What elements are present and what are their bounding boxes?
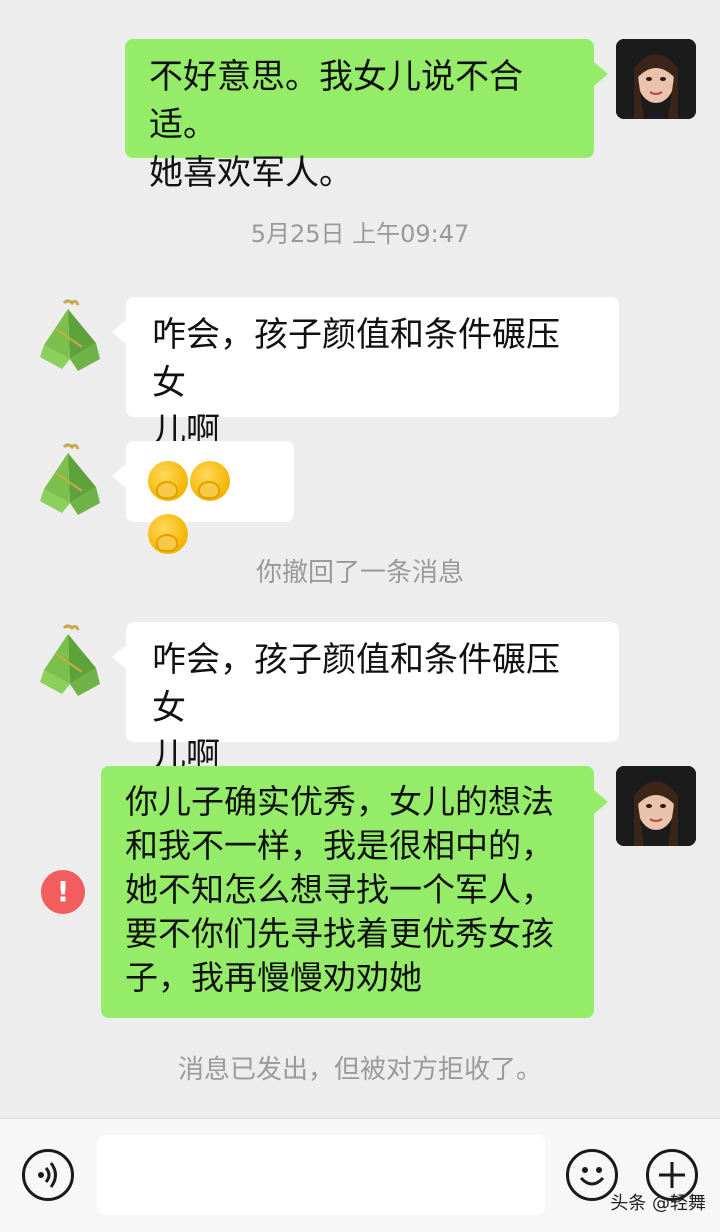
bubble-tail [112,464,126,488]
message-text: 和我不一样，我是很相中的， [125,826,554,865]
message-text: 她不知怎么想寻找一个军人， [125,870,554,909]
message-bubble-received[interactable]: 咋会，孩子颜值和条件碾压女 儿啊 [126,622,619,776]
bubble-tail [112,645,126,669]
bubble-tail [594,62,608,86]
recall-notice: 你撤回了一条消息 [255,558,464,588]
self-avatar-image [616,766,696,846]
self-avatar[interactable] [616,39,696,119]
message-bubble-received[interactable] [126,441,294,554]
bubble-tail [594,790,608,814]
self-avatar-image [616,39,696,119]
shush-face-emoji [148,461,188,501]
send-failed-icon[interactable]: ! [41,870,85,914]
message-text: 子，我再慢慢劝劝她 [125,958,422,997]
zongzi-avatar-image [40,443,100,515]
message-text: 咋会，孩子颜值和条件碾压女 [152,640,560,728]
message-text: 你儿子确实优秀，女儿的想法 [125,782,554,821]
timestamp: 5月25日 上午09:47 [250,220,470,248]
watermark: 头条 @轻舞 [610,1193,706,1214]
self-avatar[interactable] [616,766,696,846]
rejected-notice: 消息已发出，但被对方拒收了。 [177,1055,542,1085]
zongzi-avatar-image [40,624,100,696]
message-bubble-sent[interactable]: 不好意思。我女儿说不合适。 她喜欢军人。 [125,39,594,193]
peer-avatar[interactable] [30,297,110,377]
message-text: 不好意思。我女儿说不合适。 [149,57,523,145]
message-bubble-sent[interactable]: 你儿子确实优秀，女儿的想法 和我不一样，我是很相中的， 她不知怎么想寻找一个军人… [101,766,594,1018]
message-bubble-received[interactable]: 咋会，孩子颜值和条件碾压女 儿啊 [126,297,619,451]
message-text: 她喜欢军人。 [149,153,353,193]
peer-avatar[interactable] [30,441,110,521]
zongzi-avatar-image [40,299,100,371]
shush-face-emoji [190,461,230,501]
voice-button[interactable] [22,1149,74,1201]
message-text: 咋会，孩子颜值和条件碾压女 [152,315,560,403]
bubble-tail [112,320,126,344]
peer-avatar[interactable] [30,622,110,702]
shush-face-emoji [148,514,188,554]
message-input[interactable] [97,1135,545,1215]
message-text: 要不你们先寻找着更优秀女孩 [125,914,554,953]
voice-icon [38,1162,57,1188]
emoji-icon [579,1167,605,1186]
